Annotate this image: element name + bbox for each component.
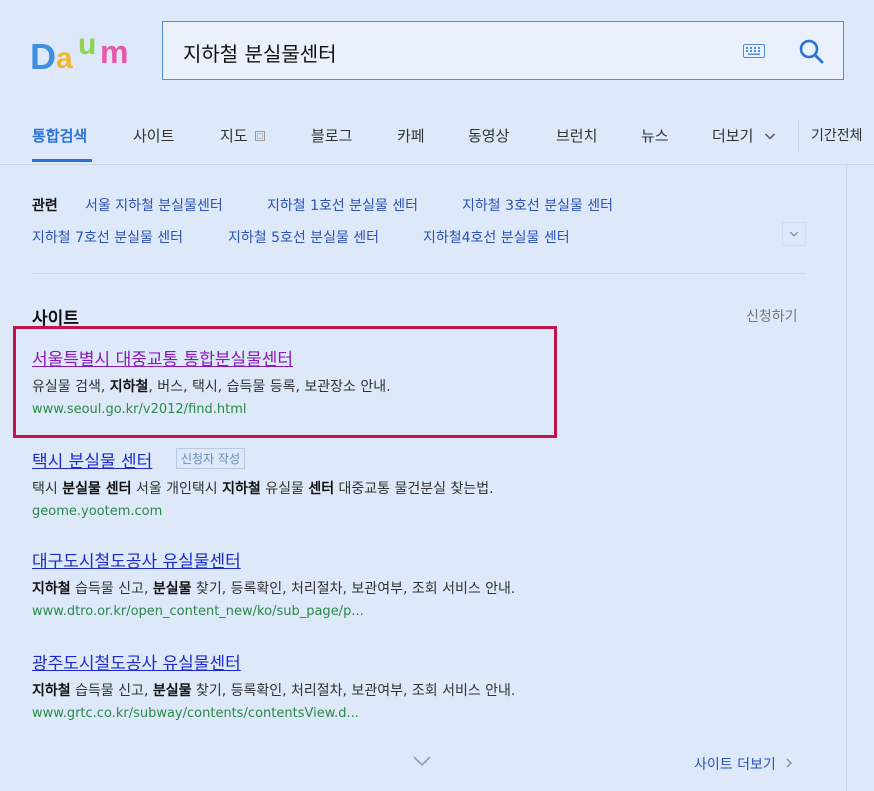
active-tab-indicator	[32, 159, 92, 162]
tab-map[interactable]: 지도	[220, 125, 266, 146]
chevron-right-icon	[786, 758, 793, 768]
new-window-icon	[255, 131, 266, 141]
tab-news[interactable]: 뉴스	[641, 125, 669, 146]
tab-blog[interactable]: 블로그	[311, 125, 352, 146]
logo-letter-a: a	[56, 42, 73, 75]
related-link[interactable]: 지하철 7호선 분실물 센터	[32, 227, 183, 247]
tab-integrated[interactable]: 통합검색	[32, 125, 87, 146]
logo-letter-m: m	[100, 34, 129, 70]
related-title: 관련	[32, 198, 58, 214]
tab-site[interactable]: 사이트	[133, 125, 174, 146]
highlight-box	[13, 326, 557, 438]
site-more-link[interactable]: 사이트 더보기	[694, 754, 794, 774]
result-title[interactable]: 택시 분실물 센터	[32, 447, 152, 472]
result-url[interactable]: www.dtro.or.kr/open_content_new/ko/sub_p…	[32, 604, 364, 619]
related-link[interactable]: 지하철 1호선 분실물 센터	[267, 195, 418, 215]
result-title[interactable]: 대구도시철도공사 유실물센터	[32, 547, 241, 572]
daum-logo[interactable]: D a u m	[30, 28, 140, 77]
period-filter[interactable]: 기간전체	[798, 120, 863, 152]
result-desc: 택시 분실물 센터 서울 개인택시 지하철 유실물 센터 대중교통 물건분실 찾…	[32, 481, 494, 497]
related-link[interactable]: 서울 지하철 분실물센터	[85, 195, 223, 215]
expand-related-button[interactable]	[782, 222, 806, 246]
apply-link[interactable]: 신청하기	[746, 306, 798, 326]
site-more-label: 사이트 더보기	[694, 757, 776, 773]
related-link[interactable]: 지하철4호선 분실물 센터	[423, 227, 570, 247]
result-title[interactable]: 광주도시철도공사 유실물센터	[32, 649, 241, 674]
search-icon[interactable]	[797, 36, 825, 66]
related-link[interactable]: 지하철 3호선 분실물 센터	[462, 195, 613, 215]
result-url[interactable]: geome.yootem.com	[32, 504, 162, 519]
tab-map-label: 지도	[220, 127, 248, 145]
result-url[interactable]: www.grtc.co.kr/subway/contents/contentsV…	[32, 706, 359, 721]
related-link[interactable]: 지하철 5호선 분실물 센터	[228, 227, 379, 247]
chevron-down-icon	[765, 133, 776, 140]
tab-more-label: 더보기	[712, 127, 754, 145]
tab-brunch[interactable]: 브런치	[556, 125, 597, 146]
tab-more[interactable]: 더보기	[712, 125, 776, 146]
logo-letter-u: u	[78, 28, 97, 61]
search-input[interactable]	[181, 36, 725, 68]
search-tabs: 통합검색 사이트 지도 블로그 카페 동영상 브런치 뉴스 더보기 기간전체	[0, 108, 874, 165]
column-divider	[846, 165, 847, 791]
search-box	[162, 21, 844, 80]
chevron-down-icon[interactable]	[410, 753, 434, 769]
result-desc: 지하철 습득물 신고, 분실물 찾기, 등록확인, 처리절차, 보관여부, 조회…	[32, 581, 516, 597]
keyboard-icon[interactable]	[743, 44, 765, 58]
tab-cafe[interactable]: 카페	[397, 125, 425, 146]
tab-video[interactable]: 동영상	[468, 125, 509, 146]
applicant-badge: 신청자 작성	[176, 448, 246, 469]
result-desc: 지하철 습득물 신고, 분실물 찾기, 등록확인, 처리절차, 보관여부, 조회…	[32, 683, 516, 699]
section-divider	[32, 273, 806, 274]
logo-letter-d: D	[30, 36, 56, 77]
